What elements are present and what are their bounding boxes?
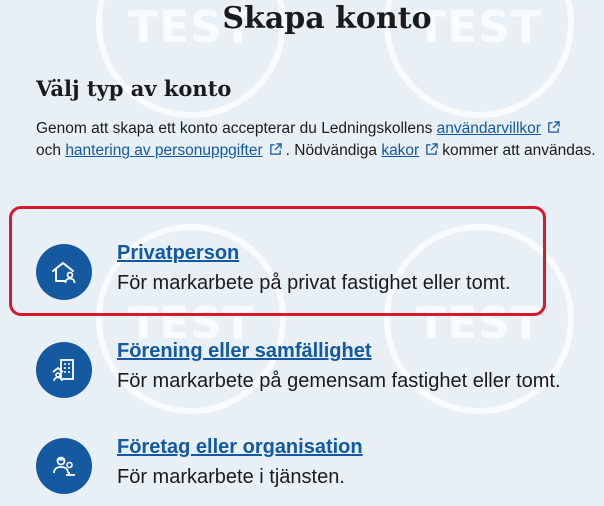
- option-forening[interactable]: Förening eller samfällighet För markarbe…: [36, 338, 596, 398]
- option-title-link[interactable]: Företag eller organisation: [117, 434, 363, 460]
- cookies-link[interactable]: kakor: [381, 142, 419, 159]
- building-person-icon: [36, 342, 92, 398]
- option-privatperson[interactable]: Privatperson För markarbete på privat fa…: [36, 240, 596, 300]
- page-title: Skapa konto: [222, 1, 432, 36]
- worker-group-icon: [36, 438, 92, 494]
- external-link-icon: [426, 143, 438, 155]
- terms-intro-text: Genom att skapa ett konto accepterar du …: [36, 120, 596, 159]
- house-person-icon: [36, 244, 92, 300]
- external-link-icon: [269, 143, 282, 155]
- option-description: För markarbete på gemensam fastighet ell…: [117, 370, 561, 392]
- privacy-link[interactable]: hantering av personuppgifter: [65, 142, 262, 159]
- external-link-icon: [548, 121, 560, 133]
- option-description: För markarbete i tjänsten.: [117, 466, 345, 488]
- option-title-link[interactable]: Privatperson: [117, 240, 239, 266]
- terms-link[interactable]: användarvillkor: [437, 120, 541, 137]
- option-description: För markarbete på privat fastighet eller…: [117, 272, 511, 294]
- option-foretag[interactable]: Företag eller organisation För markarbet…: [36, 434, 596, 494]
- option-title-link[interactable]: Förening eller samfällighet: [117, 338, 372, 364]
- section-heading: Välj typ av konto: [36, 76, 232, 101]
